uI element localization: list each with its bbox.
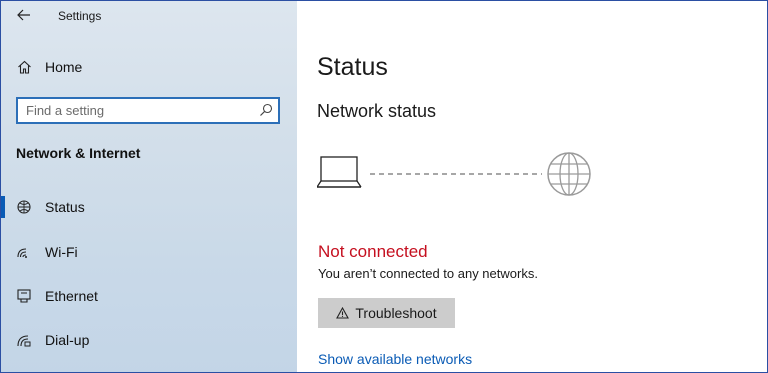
troubleshoot-button[interactable]: Troubleshoot [318,298,455,328]
ethernet-icon [16,288,32,304]
main-content: Status Network status Not connected You … [297,1,767,372]
section-heading: Network & Internet [16,145,141,161]
connection-description: You aren’t connected to any networks. [318,266,538,281]
page-title: Status [317,53,388,81]
search-input[interactable] [26,102,246,119]
warning-icon [336,307,350,319]
sidebar-item-label: Status [45,199,85,215]
network-diagram [317,152,591,196]
search-icon[interactable] [259,103,273,117]
search-box[interactable] [16,97,280,124]
sidebar-item-label: Wi-Fi [45,244,78,260]
sidebar-item-dialup[interactable]: Dial-up [1,320,297,360]
app-title: Settings [58,9,102,23]
sidebar: Settings Home Network & Internet [1,1,297,372]
globe-icon [547,152,591,196]
wifi-icon [16,244,32,260]
back-button[interactable] [13,5,35,25]
back-arrow-icon [17,9,30,21]
status-icon [16,199,32,215]
troubleshoot-label: Troubleshoot [355,305,437,321]
dialup-icon [16,332,32,348]
home-label: Home [45,59,83,75]
sidebar-item-ethernet[interactable]: Ethernet [1,276,297,316]
sidebar-item-label: Dial-up [45,332,90,348]
home-icon [16,59,32,75]
show-available-networks-link[interactable]: Show available networks [318,351,472,367]
home-nav-item[interactable]: Home [1,47,297,87]
title-bar: Settings [1,1,297,31]
network-status-heading: Network status [317,101,437,121]
laptop-icon [317,156,362,188]
sidebar-item-wifi[interactable]: Wi-Fi [1,232,297,272]
settings-window: Settings Home Network & Internet [0,0,768,373]
connection-status: Not connected [318,242,428,261]
sidebar-item-status[interactable]: Status [1,187,297,227]
sidebar-item-label: Ethernet [45,288,98,304]
